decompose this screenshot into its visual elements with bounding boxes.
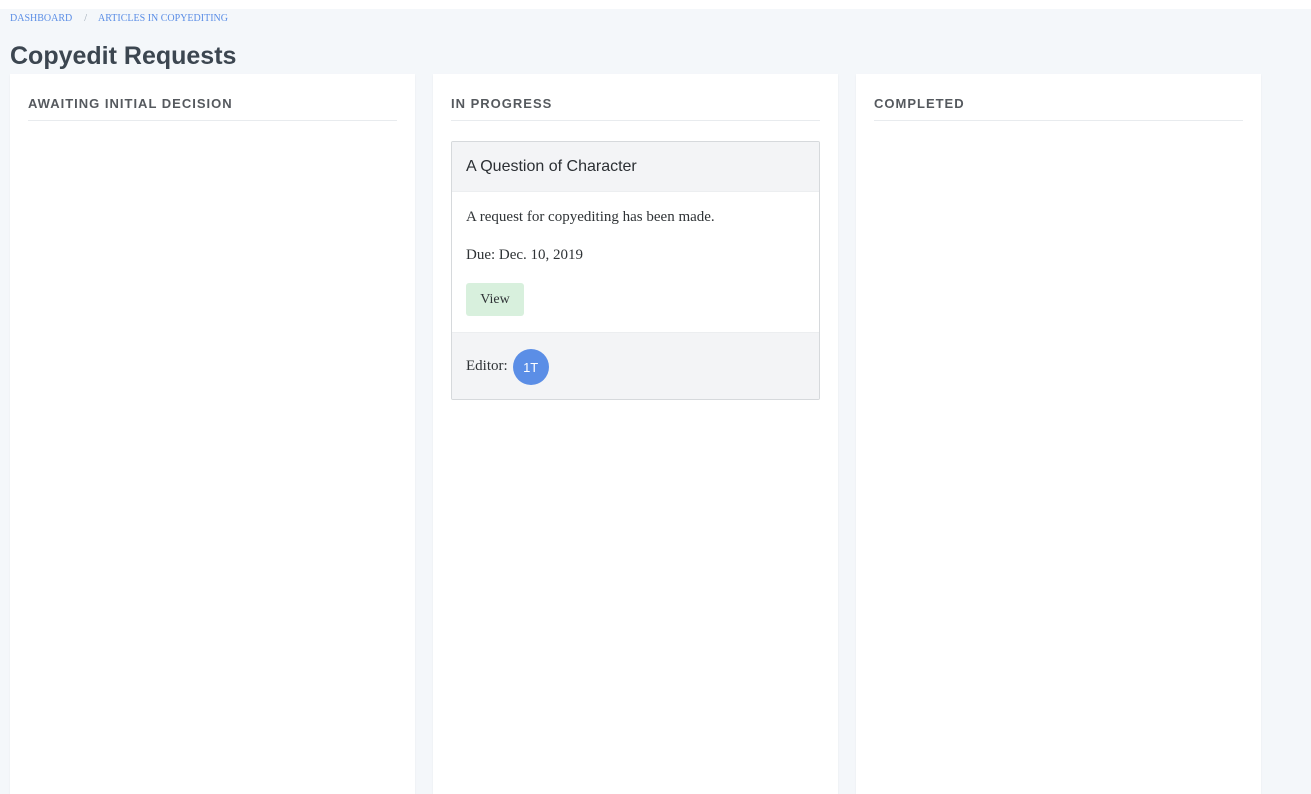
card-footer: Editor: 1T bbox=[452, 332, 819, 399]
view-button[interactable]: View bbox=[466, 283, 524, 316]
breadcrumb: DASHBOARD / ARTICLES IN COPYEDITING bbox=[10, 12, 228, 24]
card-message: A request for copyediting has been made. bbox=[466, 209, 715, 225]
column-header: AWAITING INITIAL DECISION bbox=[28, 96, 397, 121]
card-due-date: Due: Dec. 10, 2019 bbox=[466, 247, 584, 263]
top-bar bbox=[0, 0, 1311, 9]
card-body: A request for copyediting has been made.… bbox=[452, 192, 819, 332]
breadcrumb-articles-in-copyediting-link[interactable]: ARTICLES IN COPYEDITING bbox=[98, 13, 228, 24]
column-header: IN PROGRESS bbox=[451, 96, 820, 121]
column-in-progress: IN PROGRESS A Question of Character A re… bbox=[433, 74, 838, 794]
editor-label: Editor: bbox=[466, 357, 508, 374]
page-title: Copyedit Requests bbox=[10, 42, 237, 70]
column-completed: COMPLETED bbox=[856, 74, 1261, 794]
copyedit-request-card: A Question of Character A request for co… bbox=[451, 141, 820, 400]
breadcrumb-separator: / bbox=[84, 12, 88, 24]
editor-avatar[interactable]: 1T bbox=[512, 349, 549, 385]
card-title: A Question of Character bbox=[452, 142, 819, 192]
column-awaiting-initial-decision: AWAITING INITIAL DECISION bbox=[10, 74, 415, 794]
column-header: COMPLETED bbox=[874, 96, 1243, 121]
breadcrumb-dashboard-link[interactable]: DASHBOARD bbox=[10, 13, 72, 24]
